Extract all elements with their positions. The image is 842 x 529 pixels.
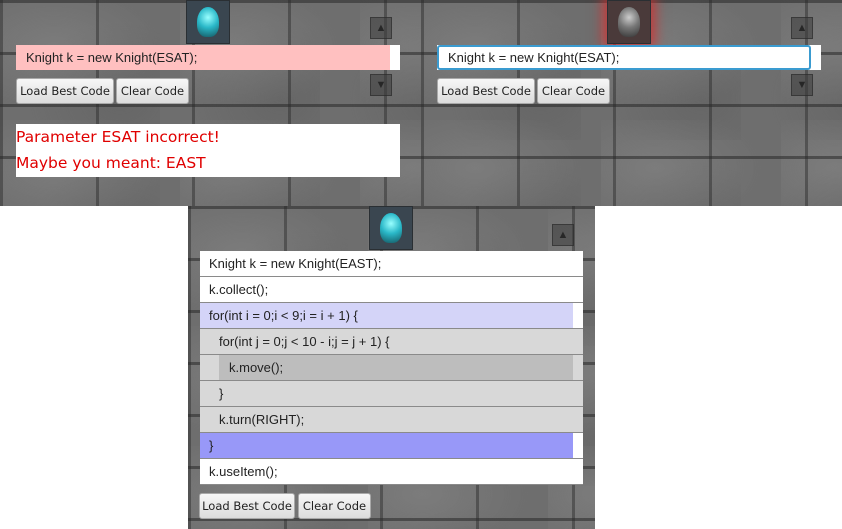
clear-code-button[interactable]: Clear Code: [298, 493, 371, 519]
code-line-row: Knight k = new Knight(ESAT);: [437, 45, 821, 70]
for-loop-end-row: }: [200, 433, 583, 459]
code-line-input[interactable]: Knight k = new Knight(ESAT);: [437, 45, 811, 70]
left-game-panel: ▲ ▼ Knight k = new Knight(ESAT); Load Be…: [0, 0, 421, 206]
load-best-code-button[interactable]: Load Best Code: [16, 78, 114, 104]
right-game-panel: ▲ ▼ Knight k = new Knight(ESAT); Load Be…: [421, 0, 842, 206]
arrow-down-icon: ▼: [370, 74, 392, 96]
code-line-error[interactable]: Knight k = new Knight(ESAT);: [16, 45, 390, 70]
inner-for-loop-header[interactable]: for(int j = 0;j < 10 - i;j = j + 1) {: [200, 329, 583, 355]
bottom-game-panel: ▲ Knight k = new Knight(EAST); k.collect…: [188, 206, 595, 529]
error-message: Parameter ESAT incorrect!: [16, 128, 220, 146]
inner-for-loop-end[interactable]: }: [200, 381, 583, 407]
clear-code-button[interactable]: Clear Code: [537, 78, 610, 104]
clear-code-button[interactable]: Clear Code: [116, 78, 189, 104]
arrow-up-icon: ▲: [552, 224, 574, 246]
for-loop-header-row: for(int i = 0;i < 9;i = i + 1) {: [200, 303, 583, 329]
load-best-code-button[interactable]: Load Best Code: [199, 493, 295, 519]
error-message-box: Parameter ESAT incorrect! Maybe you mean…: [16, 124, 400, 177]
for-loop-end[interactable]: }: [200, 433, 573, 458]
arrow-down-icon: ▼: [791, 74, 813, 96]
code-line[interactable]: Knight k = new Knight(EAST);: [200, 251, 583, 277]
for-loop-header[interactable]: for(int i = 0;i < 9;i = i + 1) {: [200, 303, 573, 328]
arrow-up-icon: ▲: [791, 17, 813, 39]
arrow-up-icon: ▲: [370, 17, 392, 39]
knight-icon: [186, 0, 230, 44]
turn-statement[interactable]: k.turn(RIGHT);: [200, 407, 583, 433]
load-best-code-button[interactable]: Load Best Code: [437, 78, 535, 104]
knight-icon: [607, 0, 651, 44]
code-line-row: Knight k = new Knight(ESAT);: [16, 45, 400, 70]
inner-block-row: k.move();: [200, 355, 583, 381]
suggestion-message: Maybe you meant: EAST: [16, 154, 206, 172]
knight-icon: [369, 206, 413, 250]
code-line[interactable]: k.useItem();: [200, 459, 583, 485]
code-line[interactable]: k.collect();: [200, 277, 583, 303]
move-statement[interactable]: k.move();: [219, 355, 573, 380]
